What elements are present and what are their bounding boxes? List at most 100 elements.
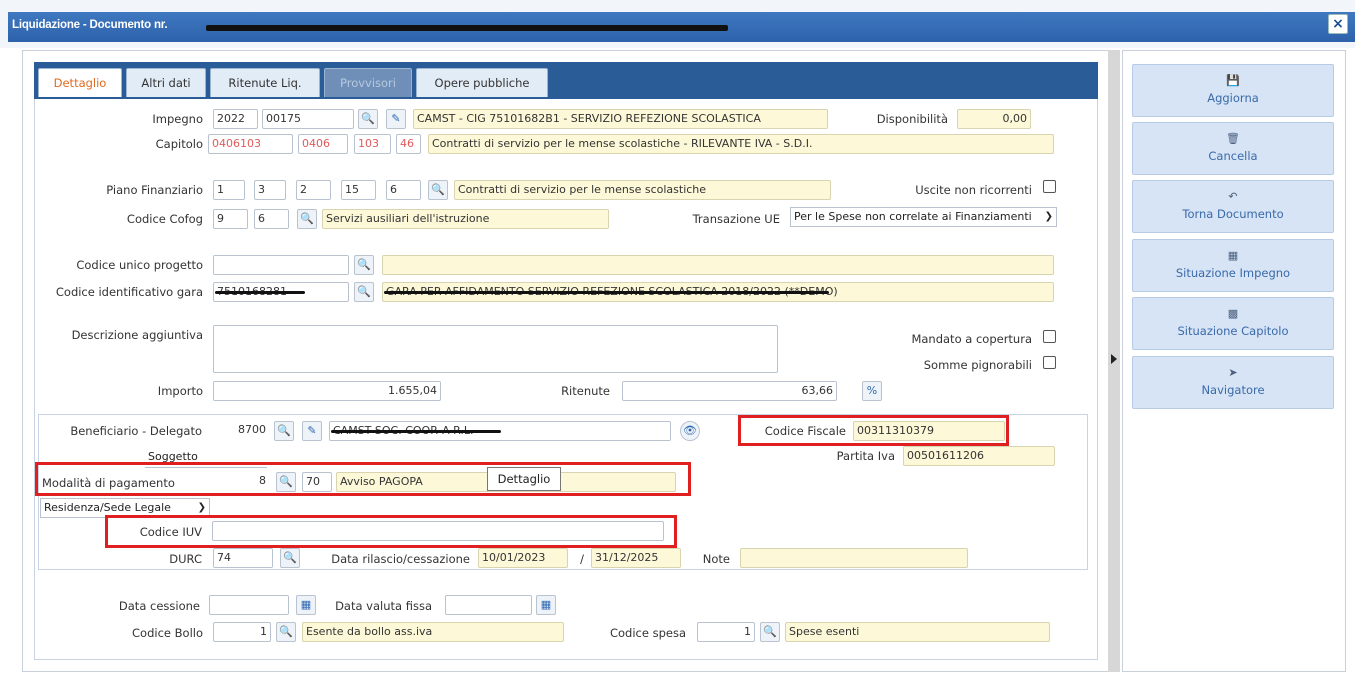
panel-splitter[interactable] [1108,50,1120,672]
capitolo-titolo-field[interactable]: 46 [396,134,421,154]
transazione-ue-select[interactable]: Per le Spese non correlate ai Finanziame… [790,207,1057,227]
note-field [740,548,968,568]
beneficiario-codice-field[interactable]: 8700 [212,421,269,441]
cofog-v1-field[interactable]: 9 [213,209,248,229]
back-arrow-icon: ↶ [1228,190,1238,203]
cancella-button[interactable]: 🗑 Cancella [1132,122,1334,175]
capitolo-programma-field[interactable]: 103 [354,134,391,154]
impegno-numero-field[interactable]: 00175 [262,109,354,129]
date-separator: / [580,552,584,566]
chevron-down-icon: ❯ [1044,211,1053,222]
situazione-capitolo-label: Situazione Capitolo [1177,324,1289,338]
impegno-search-icon[interactable]: 🔍 [358,109,378,129]
cup-search-icon[interactable]: 🔍 [354,255,374,275]
beneficiario-view-icon[interactable]: 👁 [680,421,700,441]
capitolo-label: Capitolo [155,137,203,151]
capitolo-articolo-field[interactable]: 0406 [298,134,348,154]
piano-v4-field[interactable]: 15 [341,180,376,200]
cig-label: Codice identificativo gara [55,285,203,299]
close-button[interactable]: × [1328,14,1348,34]
durc-field[interactable]: 74 [213,548,273,568]
uscite-non-ricorrenti-label: Uscite non ricorrenti [915,183,1032,197]
cofog-label: Codice Cofog [126,212,203,226]
data-cessione-calendar-icon[interactable]: ▦ [296,595,316,615]
codice-spesa-label: Codice spesa [609,626,686,640]
impegno-anno-field[interactable]: 2022 [213,109,258,129]
tab-altri-dati[interactable]: Altri dati [126,68,206,97]
importo-field[interactable]: 1.655,04 [213,381,441,401]
descrizione-aggiuntiva-textarea[interactable] [213,325,778,373]
navigatore-button[interactable]: ➤ Navigatore [1132,356,1334,409]
tab-dettaglio[interactable]: Dettaglio [38,68,122,97]
codice-bollo-field[interactable]: 1 [213,622,271,642]
data-valuta-field[interactable] [445,595,532,615]
aggiorna-button[interactable]: 💾 Aggiorna [1132,64,1334,117]
codice-fiscale-highlight [738,415,1009,446]
cup-field[interactable] [213,255,349,275]
cofog-search-icon[interactable]: 🔍 [297,209,317,229]
impegno-descrizione-field: CAMST - CIG 75101682B1 - SERVIZIO REFEZI… [413,109,828,129]
aggiorna-label: Aggiorna [1207,91,1259,105]
torna-documento-button[interactable]: ↶ Torna Documento [1132,180,1334,233]
piano-descrizione-field: Contratti di servizio per le mense scola… [454,180,831,200]
uscite-non-ricorrenti-checkbox[interactable] [1043,180,1056,193]
piano-v5-field[interactable]: 6 [386,180,421,200]
data-valuta-label: Data valuta fissa [335,599,432,613]
mandato-copertura-checkbox[interactable] [1043,330,1056,343]
codice-spesa-search-icon[interactable]: 🔍 [760,622,780,642]
data-valuta-calendar-icon[interactable]: ▦ [536,595,556,615]
cig-search-icon[interactable]: 🔍 [354,282,374,302]
tab-ritenute-liq[interactable]: Ritenute Liq. [210,68,320,97]
calculator-icon: ▩ [1227,307,1239,320]
modalita-pagamento-highlight [35,462,691,496]
codice-iuv-highlight [105,515,677,548]
situazione-capitolo-button[interactable]: ▩ Situazione Capitolo [1132,297,1334,350]
partita-iva-label: Partita Iva [836,449,895,463]
piano-v3-field[interactable]: 2 [296,180,331,200]
somme-pignorabili-checkbox[interactable] [1043,356,1056,369]
beneficiario-search-icon[interactable]: 🔍 [274,421,294,441]
torna-documento-label: Torna Documento [1182,207,1284,221]
navigatore-label: Navigatore [1201,383,1265,397]
window-title: Liquidazione - Documento nr. [12,19,168,31]
piano-v2-field[interactable]: 3 [254,180,286,200]
window-titlebar: Liquidazione - Documento nr. × [0,0,1355,48]
cancella-label: Cancella [1208,149,1258,163]
situazione-impegno-label: Situazione Impegno [1175,266,1291,280]
somme-pignorabili-label: Somme pignorabili [923,358,1032,372]
residenza-value: Residenza/Sede Legale [44,501,171,514]
piano-search-icon[interactable]: 🔍 [428,180,448,200]
piano-v1-field[interactable]: 1 [213,180,245,200]
partita-iva-field: 00501611206 [903,446,1055,466]
beneficiario-edit-icon[interactable]: ✎ [302,421,322,441]
codice-spesa-field[interactable]: 1 [697,622,755,642]
durc-search-icon[interactable]: 🔍 [280,548,300,568]
codice-bollo-search-icon[interactable]: 🔍 [276,622,296,642]
trash-icon: 🗑 [1226,132,1240,145]
tab-opere-pubbliche[interactable]: Opere pubbliche [416,68,548,97]
impegno-label: Impegno [152,112,203,126]
save-icon: 💾 [1226,74,1240,87]
splitter-arrow-icon[interactable] [1111,354,1117,364]
data-rilascio-label: Data rilascio/cessazione [331,552,470,566]
disponibilita-field: 0,00 [957,109,1031,129]
transazione-ue-label: Transazione UE [692,212,780,226]
beneficiario-redaction [331,430,501,433]
cofog-descrizione-field: Servizi ausiliari dell'istruzione [322,209,609,229]
data-cessione-field[interactable] [209,595,289,615]
transazione-ue-value: Per le Spese non correlate ai Finanziame… [794,210,1032,223]
capitolo-codice-field[interactable]: 0406103 [208,134,293,154]
note-label: Note [702,552,730,566]
situazione-impegno-button[interactable]: ▦ Situazione Impegno [1132,239,1334,292]
ritenute-label: Ritenute [561,384,610,398]
cig-descrizione-redaction [384,291,829,294]
cup-label: Codice unico progetto [76,258,203,272]
importo-label: Importo [157,384,203,398]
cup-descrizione-field [382,255,1054,275]
data-cessazione-field: 31/12/2025 [591,548,681,568]
capitolo-descrizione-field: Contratti di servizio per le mense scola… [428,134,1054,154]
data-rilascio-field: 10/01/2023 [478,548,568,568]
ritenute-percent-button[interactable]: % [862,381,882,401]
impegno-edit-icon[interactable]: ✎ [386,109,406,129]
cofog-v2-field[interactable]: 6 [254,209,289,229]
